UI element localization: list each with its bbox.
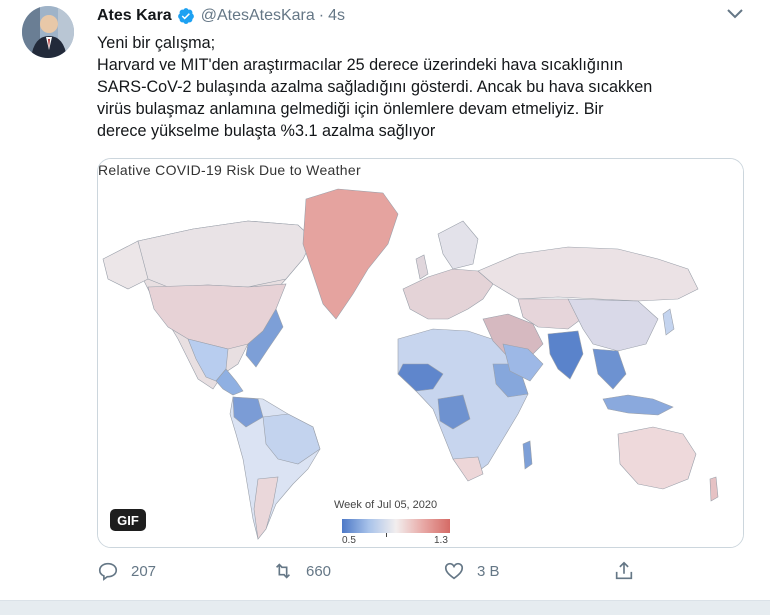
timeline-divider — [0, 600, 770, 615]
world-map — [98, 159, 743, 547]
verified-icon — [177, 7, 195, 25]
map-title: Relative COVID-19 Risk Due to Weather — [98, 162, 361, 178]
retweet-icon — [275, 563, 291, 579]
like-icon — [444, 562, 464, 580]
legend-min: 0.5 — [342, 535, 356, 546]
share-button[interactable] — [613, 560, 647, 582]
avatar[interactable] — [22, 6, 74, 58]
legend-title: Week of Jul 05, 2020 — [334, 499, 438, 511]
media-gif[interactable]: Relative COVID-19 Risk Due to Weather GI… — [97, 158, 744, 548]
tweet-text-line: Yeni bir çalışma; — [97, 34, 216, 52]
tweet-text: Yeni bir çalışma; Harvard ve MIT'den ara… — [97, 32, 737, 142]
reply-icon — [98, 562, 118, 581]
tweet-actions: 207 660 3 B — [97, 560, 657, 584]
retweet-button[interactable]: 660 — [272, 560, 331, 582]
tweet-text-line: derece yükselme bulaşta %3.1 azalma sağl… — [97, 122, 436, 140]
legend-max: 1.3 — [434, 535, 448, 546]
legend-tick — [386, 533, 387, 537]
share-icon — [615, 561, 633, 580]
timestamp[interactable]: 4s — [328, 7, 345, 25]
reply-count: 207 — [131, 562, 157, 580]
reply-button[interactable]: 207 — [97, 560, 156, 582]
display-name[interactable]: Ates Kara — [97, 7, 172, 25]
tweet-header: Ates Kara @AtesAtesKara · 4s — [97, 6, 345, 26]
like-count: 3 B — [477, 562, 500, 580]
tweet-text-line: Harvard ve MIT'den araştırmacılar 25 der… — [97, 56, 623, 74]
like-button[interactable]: 3 B — [443, 560, 500, 582]
chevron-down-icon[interactable] — [724, 6, 746, 22]
separator: · — [318, 7, 325, 24]
tweet: Ates Kara @AtesAtesKara · 4s Yeni bir ça… — [0, 0, 770, 600]
gif-badge: GIF — [110, 509, 146, 531]
legend-color-scale — [342, 519, 450, 533]
tweet-text-line: virüs bulaşmaz anlamına gelmediği için ö… — [97, 100, 604, 118]
avatar-image — [22, 6, 74, 58]
user-handle[interactable]: @AtesAtesKara — [201, 7, 315, 25]
tweet-text-line: SARS-CoV-2 bulaşında azalma sağladığını … — [97, 78, 653, 96]
retweet-count: 660 — [306, 562, 332, 580]
